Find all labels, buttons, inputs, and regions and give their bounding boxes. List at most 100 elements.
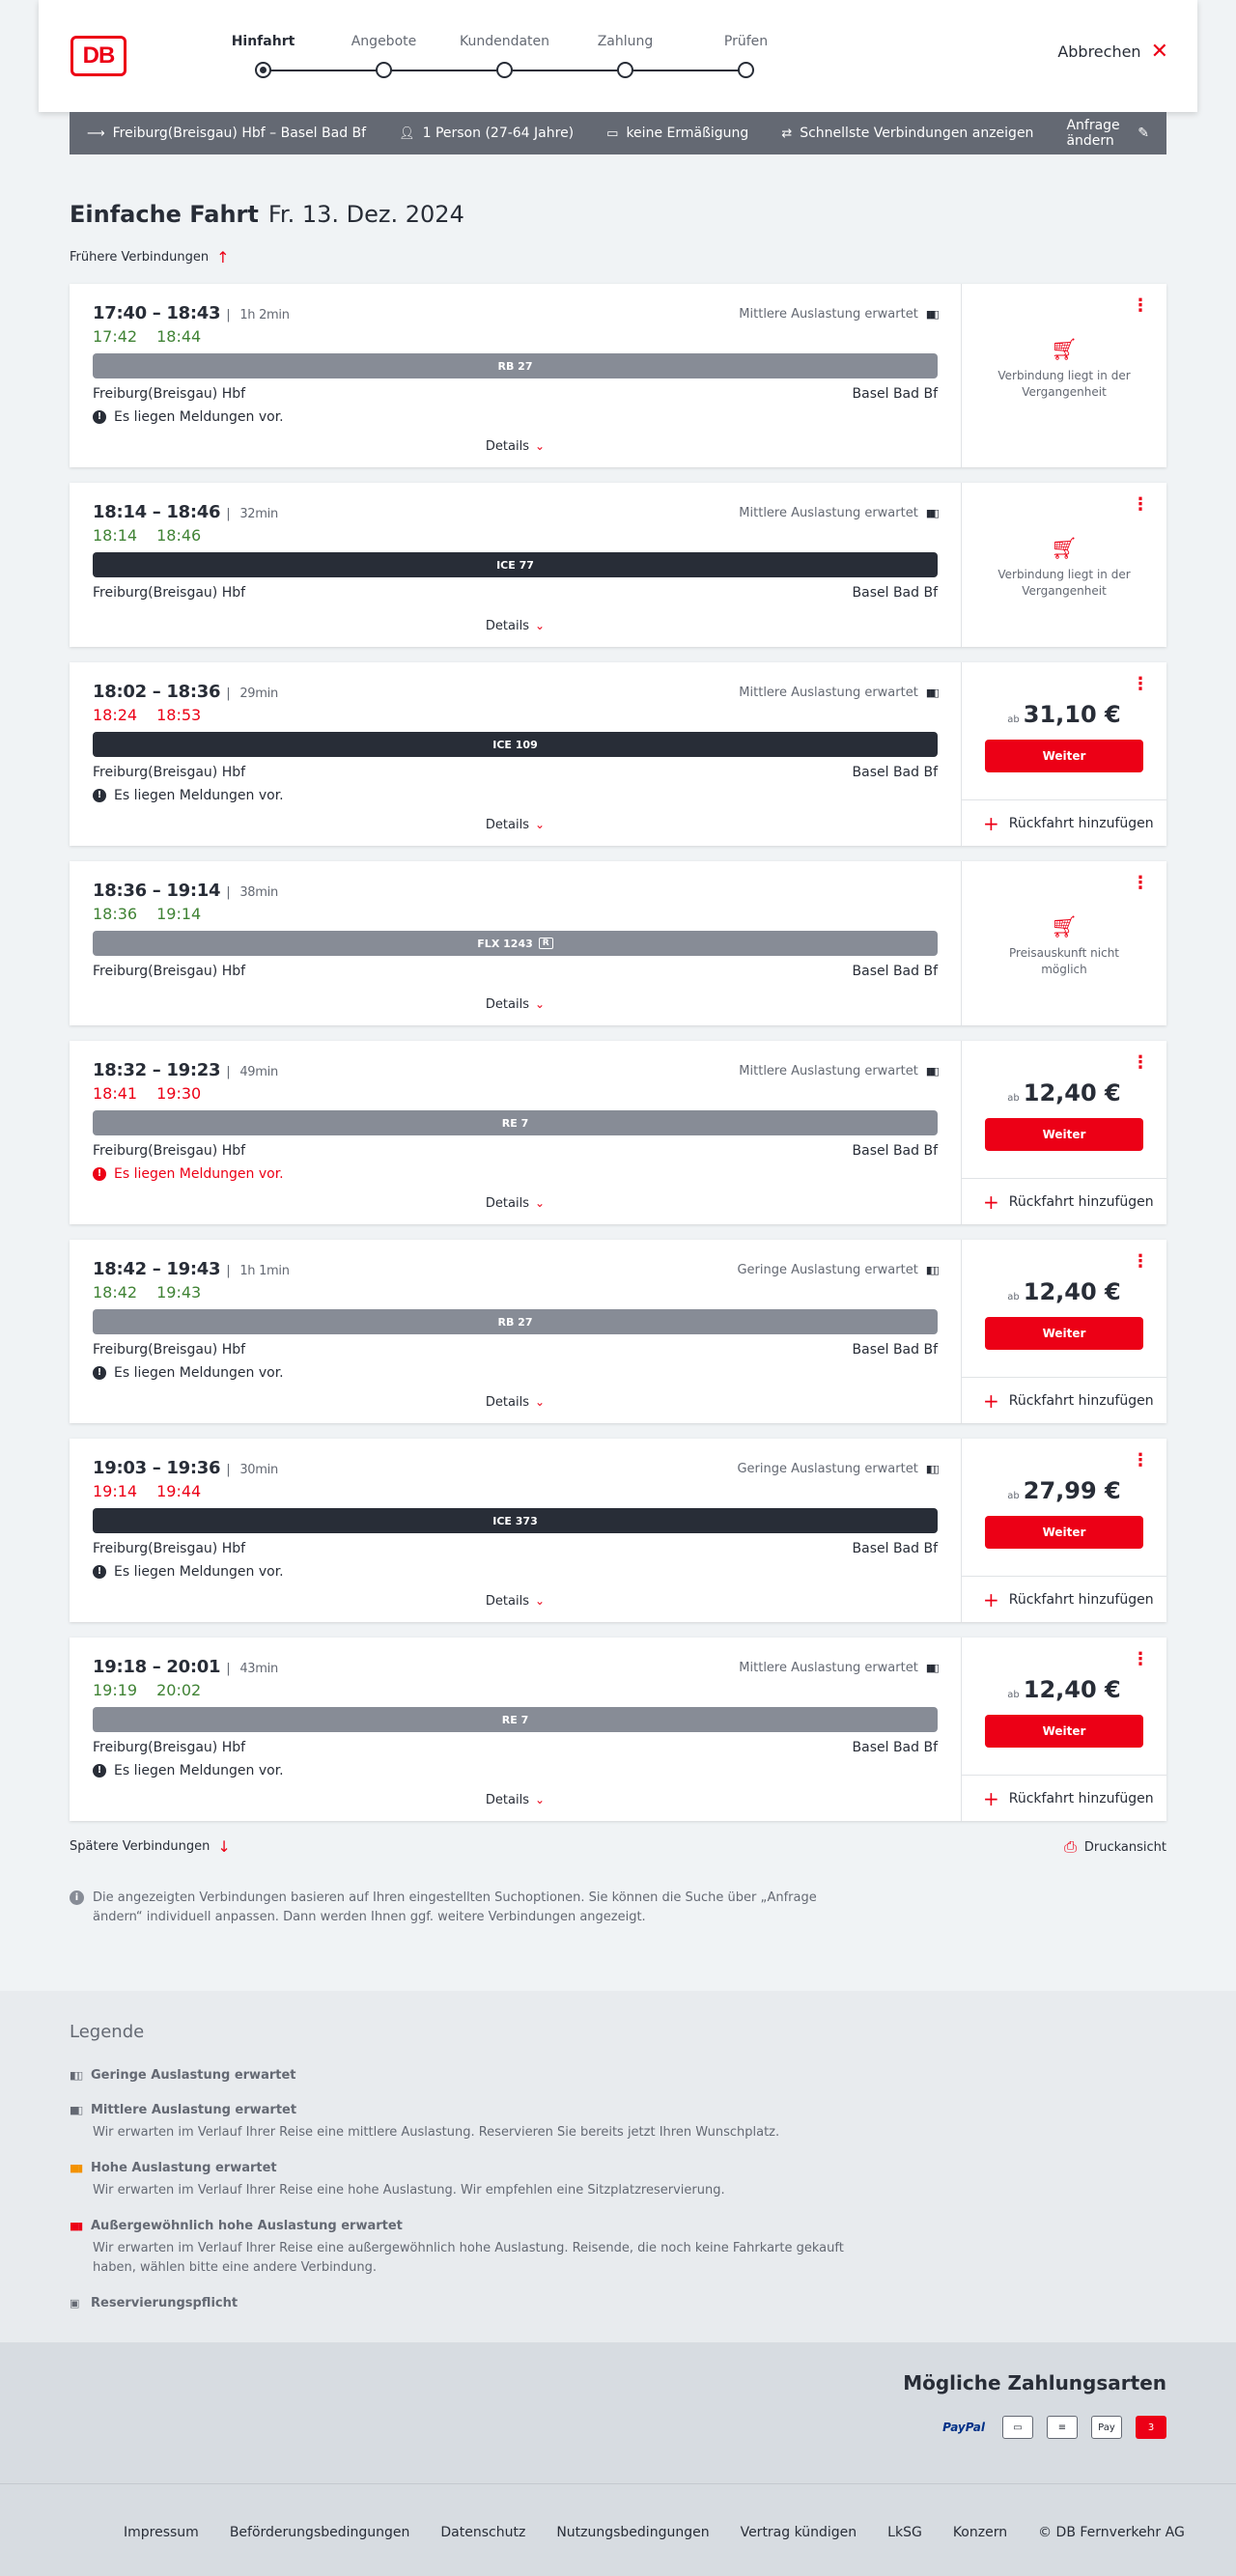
step-pruefen[interactable]: Prüfen [686,31,806,78]
add-return-button[interactable]: + Rückfahrt hinzufügen [962,799,1166,846]
step-dot [496,62,513,78]
cancel-button[interactable]: Abbrechen ✕ [1057,41,1168,62]
train-name: ICE 77 [496,558,534,572]
step-angebote[interactable]: Angebote [323,31,444,78]
train-bar[interactable]: RE 7 [93,1707,938,1732]
footer-link-lksg[interactable]: LkSG [887,2525,922,2540]
realtime-times: 18:14 18:46 [93,526,938,545]
train-bar[interactable]: FLX 1243 R [93,931,938,956]
add-return-button[interactable]: + Rückfahrt hinzufügen [962,1775,1166,1821]
person-icon: 👤︎ [399,126,415,141]
printer-icon: ⎙ [1064,1837,1077,1856]
details-toggle[interactable]: Details ⌄ [70,997,961,1012]
db-logo[interactable]: DB [70,36,126,76]
train-bar[interactable]: ICE 373 [93,1508,938,1533]
footer-link-nutzung[interactable]: Nutzungsbedingungen [556,2525,709,2540]
realtime-arrival: 18:46 [156,526,202,545]
more-options-icon[interactable]: ⋮ [1132,1054,1149,1072]
legend-item-reservation: ▣ Reservierungspflicht [70,2296,239,2310]
connection-card[interactable]: 18:36 – 19:1438min 18:36 19:14 FLX 1243 R Fre… [70,861,1166,1025]
load-medium-icon: ▮▮▯ [925,1065,940,1078]
legend-item-low: ▮▯▯ Geringe Auslastung erwartet [70,2068,296,2083]
load-medium-icon: ▮▮▯ [925,686,940,699]
alert-icon: ! [93,1167,106,1181]
arrival-station: Basel Bad Bf [852,964,938,979]
details-toggle[interactable]: Details ⌄ [70,1594,961,1609]
plus-icon: + [983,1190,999,1214]
departure-station: Freiburg(Breisgau) Hbf [93,1342,246,1358]
step-hinfahrt[interactable]: Hinfahrt [203,31,323,78]
offer-unavailable: 🛒︎ Verbindung liegt in der Vergangenheit [962,340,1166,401]
details-toggle[interactable]: Details ⌄ [70,1793,961,1807]
chevron-down-icon: ⌄ [535,818,546,831]
more-options-icon[interactable]: ⋮ [1132,676,1149,693]
train-bar[interactable]: ICE 77 [93,552,938,577]
add-return-button[interactable]: + Rückfahrt hinzufügen [962,1377,1166,1423]
continue-button[interactable]: Weiter [985,1317,1143,1350]
realtime-arrival: 19:30 [156,1084,202,1103]
paypal-icon: PayPal [942,2421,985,2434]
add-return-button[interactable]: + Rückfahrt hinzufügen [962,1576,1166,1622]
continue-button[interactable]: Weiter [985,1118,1143,1151]
arrow-down-icon: ↓ [217,1837,231,1856]
later-connections-link[interactable]: Spätere Verbindungen ↓ [70,1837,231,1856]
payment-methods: Mögliche Zahlungsarten PayPal ▭ ≡ Pay 3 [0,2342,1236,2483]
more-options-icon[interactable]: ⋮ [1132,297,1149,315]
connection-card[interactable]: 18:32 – 19:2349minMittlere Auslastung er… [70,1041,1166,1224]
footer-link-befoerderung[interactable]: Beförderungsbedingungen [230,2525,410,2540]
connection-card[interactable]: 19:18 – 20:0143minMittlere Auslastung er… [70,1638,1166,1821]
connection-details: 18:42 – 19:431h 1minGeringe Auslastung e… [70,1240,961,1423]
price: ab 12,40 € [1007,1278,1121,1305]
train-name: ICE 109 [492,738,538,751]
details-toggle[interactable]: Details ⌄ [70,818,961,832]
footer-link-impressum[interactable]: Impressum [124,2525,199,2540]
departure-station: Freiburg(Breisgau) Hbf [93,1541,246,1556]
connection-card[interactable]: 17:40 – 18:431h 2minMittlere Auslastung … [70,284,1166,467]
more-options-icon[interactable]: ⋮ [1132,875,1149,892]
connection-details: 18:14 – 18:4632minMittlere Auslastung er… [70,483,961,647]
connection-card[interactable]: 18:02 – 18:3629minMittlere Auslastung er… [70,662,1166,846]
footer-link-konzern[interactable]: Konzern [953,2525,1007,2540]
connection-card[interactable]: 18:14 – 18:4632minMittlere Auslastung er… [70,483,1166,647]
details-toggle[interactable]: Details ⌄ [70,1395,961,1410]
continue-button[interactable]: Weiter [985,1516,1143,1549]
step-kundendaten[interactable]: Kundendaten [444,31,565,78]
more-options-icon[interactable]: ⋮ [1132,1651,1149,1668]
duration: 43min [226,1662,278,1676]
more-options-icon[interactable]: ⋮ [1132,1253,1149,1271]
more-options-icon[interactable]: ⋮ [1132,496,1149,514]
cart-icon: 🛒︎ [1051,915,1078,939]
train-bar[interactable]: ICE 109 [93,732,938,757]
step-zahlung[interactable]: Zahlung [565,31,686,78]
alert-icon: ! [93,1565,106,1579]
details-toggle[interactable]: Details ⌄ [70,439,961,454]
message-notice: ! Es liegen Meldungen vor. [93,1763,938,1778]
train-bar[interactable]: RE 7 [93,1110,938,1135]
continue-button[interactable]: Weiter [985,1715,1143,1748]
offer-panel: ⋮ ab 27,99 € Weiter + Rückfahrt hinzufügen [961,1439,1166,1622]
details-toggle[interactable]: Details ⌄ [70,619,961,633]
details-toggle[interactable]: Details ⌄ [70,1196,961,1211]
continue-button[interactable]: Weiter [985,740,1143,772]
connection-details: 19:18 – 20:0143minMittlere Auslastung er… [70,1638,961,1821]
add-return-button[interactable]: + Rückfahrt hinzufügen [962,1178,1166,1224]
payment-icons: PayPal ▭ ≡ Pay 3 [939,2416,1166,2439]
train-bar[interactable]: RB 27 [93,353,938,378]
print-view-link[interactable]: ⎙ Druckansicht [1064,1837,1166,1857]
footer-link-kuendigen[interactable]: Vertrag kündigen [741,2525,857,2540]
offer-panel: ⋮ 🛒︎ Verbindung liegt in der Vergangenheit [961,483,1166,647]
more-options-icon[interactable]: ⋮ [1132,1452,1149,1470]
connection-card[interactable]: 19:03 – 19:3630minGeringe Auslastung erw… [70,1439,1166,1622]
connection-card[interactable]: 18:42 – 19:431h 1minGeringe Auslastung e… [70,1240,1166,1423]
change-request-button[interactable]: Anfrage ändern ✎ [1066,118,1149,149]
message-notice: ! Es liegen Meldungen vor. [93,788,938,803]
db-pay-icon: 3 [1136,2416,1166,2439]
offer-panel: ⋮ ab 31,10 € Weiter + Rückfahrt hinzufügen [961,662,1166,846]
duration: 1h 2min [226,308,290,322]
arrival-station: Basel Bad Bf [852,1143,938,1159]
connection-details: 19:03 – 19:3630minGeringe Auslastung erw… [70,1439,961,1622]
chevron-down-icon: ⌄ [535,1395,546,1409]
train-bar[interactable]: RB 27 [93,1309,938,1334]
footer-link-datenschutz[interactable]: Datenschutz [440,2525,525,2540]
earlier-connections-link[interactable]: Frühere Verbindungen ↑ [70,248,230,266]
